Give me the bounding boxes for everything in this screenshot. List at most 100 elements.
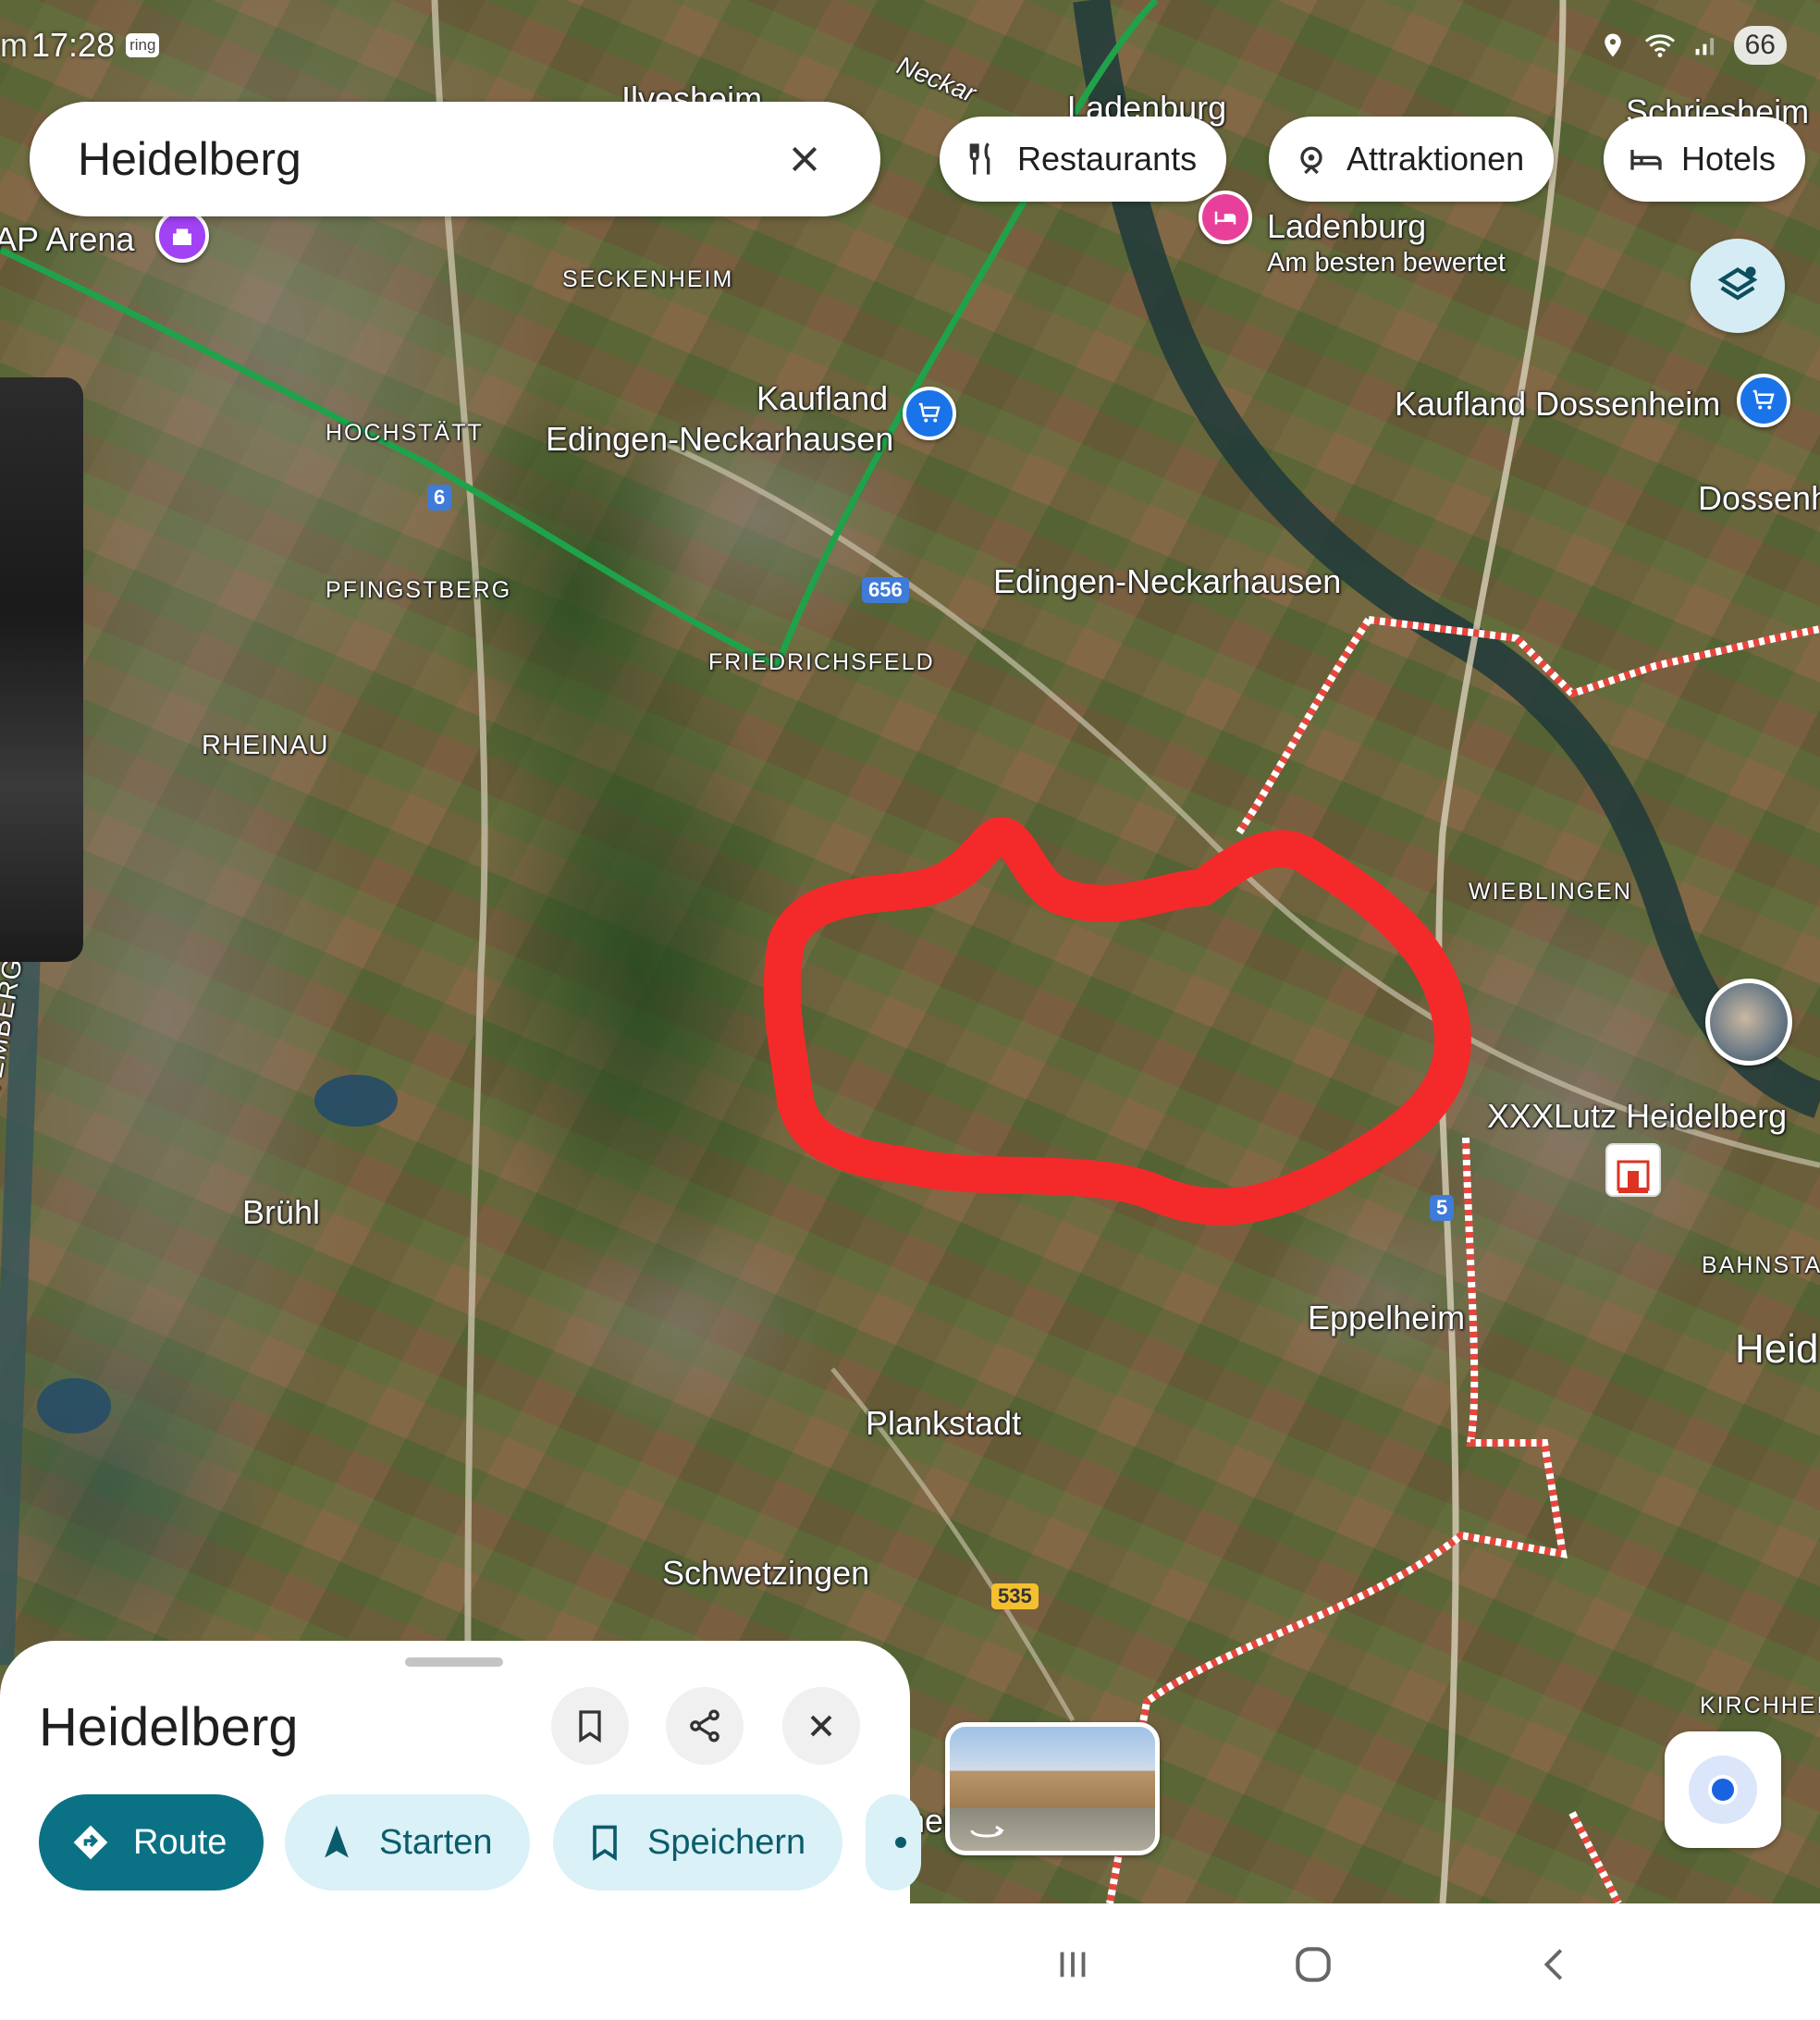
more-actions-button[interactable] — [866, 1794, 921, 1891]
search-query[interactable]: Heidelberg — [78, 132, 777, 186]
red-highlight-outline — [763, 817, 1471, 1226]
hotel-rating-label: Am besten bewertet — [1267, 248, 1506, 277]
place-label: Schwetzingen — [662, 1554, 870, 1592]
drag-handle[interactable] — [405, 1657, 503, 1667]
close-icon — [810, 1715, 832, 1737]
clear-search-button[interactable] — [777, 131, 832, 187]
district-label: KIRCHHEIM — [1700, 1693, 1820, 1718]
directions-icon — [73, 1825, 108, 1860]
layers-button[interactable] — [1691, 239, 1785, 333]
bed-icon — [1214, 211, 1236, 225]
share-icon — [690, 1709, 719, 1743]
city-label: Heid — [1735, 1326, 1819, 1372]
place-label: Brühl — [242, 1193, 321, 1231]
navigation-arrow-icon — [325, 1825, 349, 1858]
poi-label: Kaufland — [756, 379, 889, 417]
district-label: BAHNSTAD — [1702, 1252, 1820, 1278]
chip-restaurants[interactable]: Restaurants — [940, 117, 1227, 202]
save-icon-button[interactable] — [551, 1687, 629, 1765]
xxxlutz-logo-icon[interactable] — [1605, 1143, 1661, 1197]
road-shield: 656 — [862, 577, 909, 603]
status-bar-right: 66 — [1599, 20, 1787, 70]
battery-level: 66 — [1733, 26, 1787, 65]
home-button[interactable] — [1285, 1937, 1341, 1992]
road-shield: 535 — [991, 1583, 1039, 1609]
bed-icon — [1630, 150, 1662, 170]
save-label: Speichern — [647, 1822, 806, 1862]
lake — [37, 1378, 111, 1434]
stadium-icon — [173, 228, 191, 245]
my-location-button[interactable] — [1665, 1731, 1781, 1848]
road-shield: 5 — [1430, 1195, 1455, 1221]
motorway — [1435, 0, 1567, 1903]
wifi-icon — [1644, 34, 1675, 57]
district-label: SECKENHEIM — [562, 266, 734, 292]
chip-attractions[interactable]: Attraktionen — [1269, 117, 1555, 202]
carrier-badge: ring — [126, 33, 160, 57]
street-view-thumbnail[interactable] — [945, 1722, 1160, 1855]
route-label: Route — [133, 1822, 228, 1862]
more-dot-icon — [895, 1837, 906, 1848]
layers-icon — [1717, 266, 1758, 301]
district-label: WIEBLINGEN — [1469, 879, 1632, 905]
shopping-pin[interactable] — [903, 387, 956, 440]
district-label: HOCHSTÄTT — [326, 420, 484, 446]
store-logo-icon — [1617, 1160, 1650, 1193]
road-shield: 6 — [427, 485, 452, 511]
fork-knife-icon — [969, 142, 990, 175]
location-dot-icon — [1689, 1755, 1757, 1824]
poi-label: XXXLutz Heidelberg — [1487, 1097, 1788, 1135]
location-icon — [1604, 33, 1621, 57]
start-label: Starten — [379, 1822, 493, 1862]
place-label: AP Arena — [0, 220, 135, 258]
poi-label: Kaufland Dossenheim — [1395, 385, 1721, 423]
district-label: PFINGSTBERG — [326, 577, 512, 603]
close-sheet-button[interactable] — [782, 1687, 860, 1765]
attraction-icon — [1300, 146, 1322, 175]
close-icon — [792, 146, 818, 172]
motorway — [431, 0, 488, 1903]
map-overlay-lines — [0, 0, 1820, 1903]
place-label: Edingen-Neckarhausen — [993, 562, 1342, 600]
recent-apps-button[interactable] — [1045, 1937, 1101, 1992]
hotel-label: Ladenburg — [1267, 207, 1427, 245]
attraction-pin[interactable] — [155, 209, 209, 263]
satellite-map[interactable]: Ilvesheim Ladenburg Schriesheim Neckar A… — [0, 0, 1820, 1903]
save-button[interactable]: Speichern — [553, 1794, 843, 1891]
system-navigation-bar — [0, 1903, 1820, 2020]
side-panel-preview[interactable] — [0, 377, 83, 962]
chip-label: Attraktionen — [1347, 140, 1525, 178]
start-navigation-button[interactable]: Starten — [285, 1794, 530, 1891]
place-label: Eppelheim — [1308, 1299, 1466, 1336]
bookmark-icon — [579, 1710, 601, 1743]
shopping-pin[interactable] — [1737, 374, 1790, 427]
transit-line — [0, 0, 1159, 671]
cart-icon — [918, 402, 941, 423]
back-button[interactable] — [1528, 1937, 1583, 1992]
signal-icon — [1695, 38, 1714, 55]
place-title: Heidelberg — [39, 1697, 299, 1757]
place-label: Dossenh — [1698, 479, 1820, 517]
recent-apps-icon — [1060, 1952, 1086, 1977]
status-bar-left: m 17:28 ring — [0, 20, 160, 70]
chip-hotels[interactable]: Hotels — [1604, 117, 1806, 202]
share-button[interactable] — [666, 1687, 744, 1765]
place-label: Plankstadt — [866, 1404, 1022, 1442]
route-button[interactable]: Route — [39, 1794, 264, 1891]
contributor-avatar-pin[interactable] — [1705, 979, 1792, 1065]
search-bar[interactable]: Heidelberg — [30, 102, 880, 216]
road — [664, 441, 1820, 1168]
poi-label: Edingen-Neckarhausen — [546, 420, 894, 458]
hotel-pin[interactable] — [1199, 191, 1252, 244]
rotate-360-icon — [970, 1825, 1004, 1838]
bookmark-icon — [593, 1825, 617, 1861]
district-label: RHEINAU — [202, 731, 329, 760]
back-icon — [1543, 1949, 1563, 1980]
cart-icon — [1752, 389, 1775, 410]
chip-label: Hotels — [1681, 140, 1777, 178]
lake — [314, 1075, 398, 1127]
place-bottom-sheet[interactable]: Heidelberg Route Starten Speichern — [0, 1641, 921, 1909]
district-label: FRIEDRICHSFELD — [708, 649, 935, 675]
status-partial-text: m — [0, 26, 28, 64]
chip-label: Restaurants — [1017, 140, 1198, 178]
